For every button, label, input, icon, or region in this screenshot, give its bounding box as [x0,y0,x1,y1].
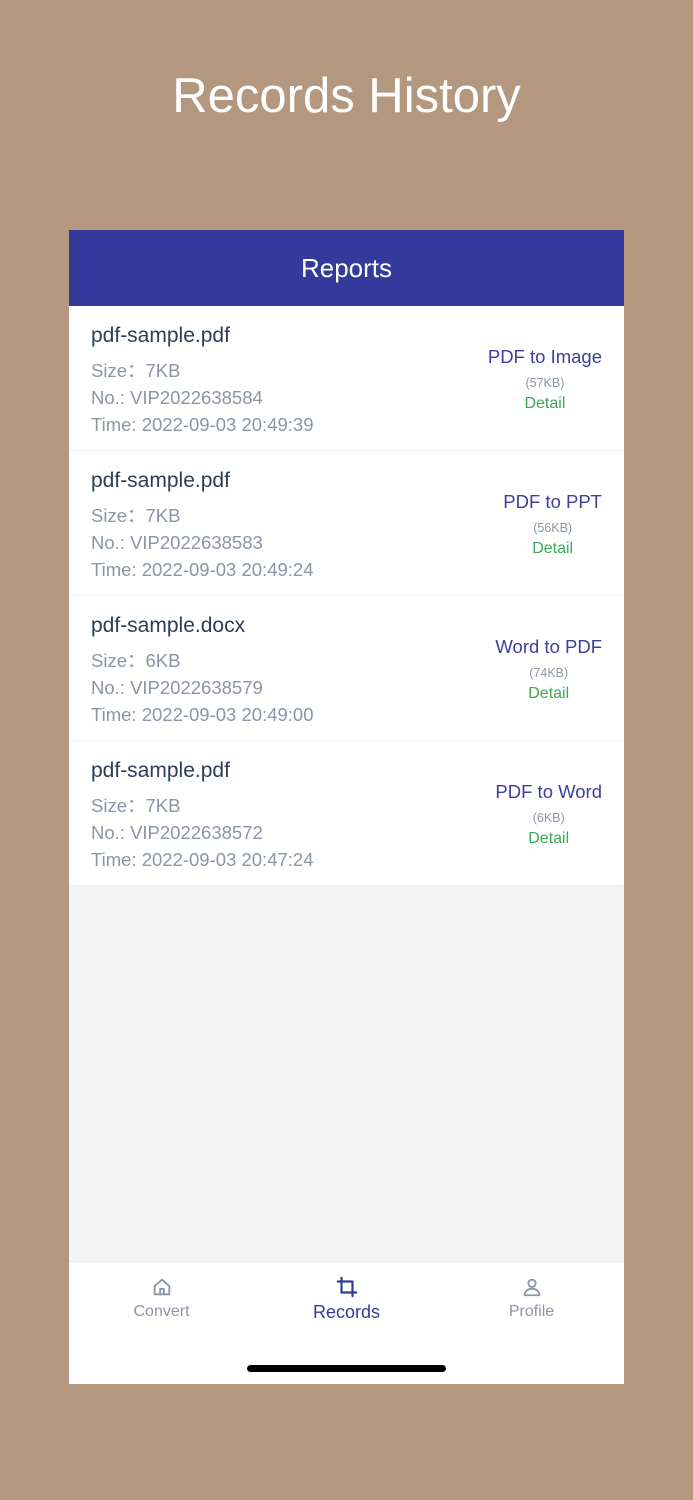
detail-link[interactable]: Detail [495,683,602,704]
tab-bar: Convert Records Profile [69,1261,624,1384]
record-item[interactable]: pdf-sample.pdf Size：7KB No.: VIP20226385… [69,451,624,596]
app-screen: Reports pdf-sample.pdf Size：7KB No.: VIP… [69,230,624,1384]
file-size: Size：6KB [91,650,181,671]
conversion-type: Word to PDF [495,636,602,657]
result-size: (56KB) [533,521,573,535]
record-result: PDF to PPT (56KB) Detail [503,489,602,559]
record-info: pdf-sample.docx Size：6KB No.: VIP2022638… [91,612,314,728]
result-size: (57KB) [525,376,565,390]
record-item[interactable]: pdf-sample.pdf Size：7KB No.: VIP20226385… [69,306,624,451]
record-time: Time: 2022-09-03 20:49:39 [91,414,314,435]
promo-title: Records History [172,69,521,123]
record-time: Time: 2022-09-03 20:47:24 [91,849,314,870]
home-icon [69,1276,254,1298]
file-name: pdf-sample.pdf [91,324,230,347]
tab-records[interactable]: Records [254,1276,439,1323]
tab-convert-label: Convert [133,1303,190,1320]
file-name: pdf-sample.pdf [91,759,230,782]
record-item[interactable]: pdf-sample.pdf Size：7KB No.: VIP20226385… [69,741,624,886]
result-size: (6KB) [532,811,565,825]
record-number: No.: VIP2022638572 [91,822,263,843]
file-size: Size：7KB [91,360,181,381]
record-result: PDF to Word (6KB) Detail [495,779,602,849]
record-number: No.: VIP2022638583 [91,532,263,553]
file-size: Size：7KB [91,505,181,526]
conversion-type: PDF to Word [495,781,602,802]
record-time: Time: 2022-09-03 20:49:24 [91,559,314,580]
record-info: pdf-sample.pdf Size：7KB No.: VIP20226385… [91,757,314,873]
record-item[interactable]: pdf-sample.docx Size：6KB No.: VIP2022638… [69,596,624,741]
app-header: Reports [69,230,624,306]
record-info: pdf-sample.pdf Size：7KB No.: VIP20226385… [91,467,314,583]
conversion-type: PDF to Image [487,346,602,367]
file-name: pdf-sample.docx [91,614,246,637]
record-number: No.: VIP2022638579 [91,677,263,698]
record-list: pdf-sample.pdf Size：7KB No.: VIP20226385… [69,306,624,886]
file-size: Size：7KB [91,795,181,816]
user-icon [439,1276,624,1298]
detail-link[interactable]: Detail [488,393,602,414]
header-title: Reports [300,253,393,283]
record-time: Time: 2022-09-03 20:49:00 [91,704,314,725]
home-indicator [247,1365,446,1372]
tab-profile[interactable]: Profile [439,1276,624,1323]
record-result: PDF to Image (57KB) Detail [488,344,602,414]
file-name: pdf-sample.pdf [91,469,230,492]
tab-records-label: Records [312,1302,381,1322]
detail-link[interactable]: Detail [503,538,602,559]
record-info: pdf-sample.pdf Size：7KB No.: VIP20226385… [91,322,314,438]
tab-profile-label: Profile [508,1303,555,1320]
detail-link[interactable]: Detail [495,828,602,849]
record-number: No.: VIP2022638584 [91,387,263,408]
record-result: Word to PDF (74KB) Detail [495,634,602,704]
conversion-type: PDF to PPT [503,491,602,512]
crop-icon [254,1276,439,1298]
result-size: (74KB) [529,666,569,680]
tab-convert[interactable]: Convert [69,1276,254,1323]
